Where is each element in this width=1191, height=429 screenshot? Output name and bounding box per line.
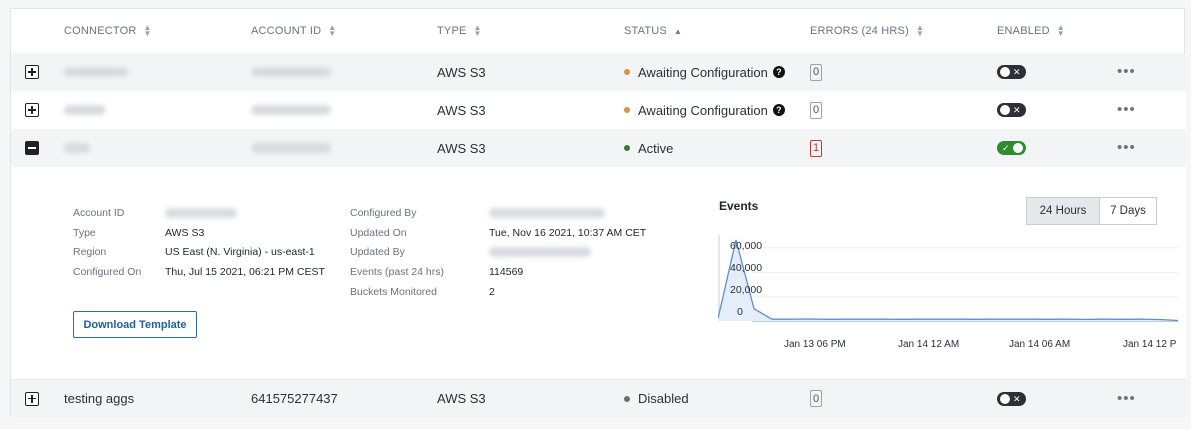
status-cell: Awaiting Configuration ? (624, 53, 785, 91)
connector-type: AWS S3 (437, 140, 486, 156)
x-tick-label: Jan 14 12 AM (898, 339, 960, 350)
expand-row-icon[interactable] (25, 103, 39, 117)
sort-icon: ▲ ▼ (328, 23, 337, 38)
status-cell: Disabled (624, 380, 689, 417)
status-text: Active (638, 140, 674, 156)
x-tick-label: Jan 14 06 AM (1009, 339, 1071, 350)
y-tick-label: 0 (737, 306, 743, 318)
connectors-table: CONNECTOR ▲ ▼ ACCOUNT ID ▲ ▼ TYPE ▲ ▼ STATU… (10, 8, 1186, 417)
sort-icon: ▲ ▼ (915, 23, 925, 38)
account-id-redacted (251, 67, 331, 77)
expand-row-icon[interactable] (25, 65, 39, 79)
account-id-redacted (165, 208, 237, 218)
error-count[interactable]: 0 (810, 390, 823, 407)
sort-icon: ▲ ▼ (143, 23, 152, 38)
x-tick-label: Jan 13 06 PM (784, 339, 846, 350)
enabled-toggle[interactable]: ✕ (997, 391, 1026, 406)
col-header-type[interactable]: TYPE ▲ ▼ (437, 9, 482, 53)
col-header-status[interactable]: STATUS ▲ (624, 9, 682, 53)
connector-type: AWS S3 (437, 391, 486, 406)
more-actions-icon[interactable]: ••• (1117, 64, 1136, 79)
events-area (718, 239, 1178, 321)
events-title: Events (719, 199, 759, 213)
events-line (718, 239, 1178, 322)
status-dot (624, 69, 630, 75)
status-dot (624, 145, 630, 151)
connector-name: testing aggs (64, 391, 135, 406)
help-icon[interactable]: ? (772, 104, 785, 116)
sort-icon: ▲ ▼ (1056, 23, 1065, 38)
more-actions-icon[interactable]: ••• (1117, 102, 1136, 117)
sort-icon: ▲ ▼ (473, 23, 482, 38)
error-count[interactable]: 1 (810, 139, 823, 157)
error-count[interactable]: 0 (810, 101, 823, 119)
more-actions-icon[interactable]: ••• (1117, 391, 1136, 406)
col-header-errors[interactable]: ERRORS (24 HRS) ▲ ▼ (810, 9, 924, 53)
range-24-hours-button[interactable]: 24 Hours (1026, 197, 1100, 225)
events-chart-svg (718, 235, 1178, 322)
enabled-toggle[interactable]: ✓ (997, 141, 1026, 155)
status-dot (624, 107, 630, 113)
col-header-enabled[interactable]: ENABLED ▲ ▼ (997, 9, 1065, 53)
status-cell: Awaiting Configuration ? (624, 91, 785, 129)
sort-ascending-icon: ▲ (673, 26, 683, 36)
col-header-connector[interactable]: CONNECTOR ▲ ▼ (64, 9, 152, 53)
table-row[interactable]: AWS S3 Awaiting Configuration ? 0 ✕ ••• (11, 91, 1186, 129)
account-id-redacted (251, 105, 331, 115)
table-row-expanded[interactable]: AWS S3 Active 1 ✓ ••• (11, 129, 1186, 167)
table-row[interactable]: AWS S3 Awaiting Configuration ? 0 ✕ ••• (11, 53, 1186, 91)
connector-name-redacted (64, 105, 106, 115)
status-text: Awaiting Configuration (638, 102, 768, 118)
enabled-toggle[interactable]: ✕ (997, 103, 1026, 117)
status-cell: Active (624, 129, 673, 167)
connector-name-redacted (64, 67, 128, 77)
expand-row-icon[interactable] (25, 391, 39, 406)
y-tick-label: 20,000 (730, 284, 763, 296)
connector-type: AWS S3 (437, 102, 486, 118)
status-dot (624, 395, 630, 402)
connector-name-redacted (64, 143, 90, 153)
account-id: 641575277437 (251, 391, 338, 406)
download-template-button[interactable]: Download Template (73, 311, 197, 338)
error-count[interactable]: 0 (810, 63, 823, 81)
enabled-toggle[interactable]: ✕ (997, 65, 1026, 79)
connector-detail-panel: Account ID Type AWS S3 Region US East (N… (11, 167, 1186, 379)
table-row[interactable]: testing aggs 641575277437 AWS S3 Disable… (11, 379, 1186, 417)
more-actions-icon[interactable]: ••• (1117, 140, 1136, 155)
updated-by-redacted (489, 247, 591, 257)
connector-type: AWS S3 (437, 64, 486, 80)
y-tick-label: 60,000 (730, 240, 763, 252)
status-text: Awaiting Configuration (638, 64, 768, 80)
account-id-redacted (251, 143, 331, 153)
range-7-days-button[interactable]: 7 Days (1099, 197, 1157, 225)
status-text: Disabled (638, 391, 689, 406)
events-chart: 60,000 40,000 20,000 0 Jan 13 06 PM Jan … (718, 233, 1178, 363)
y-tick-label: 40,000 (730, 262, 763, 274)
table-header: CONNECTOR ▲ ▼ ACCOUNT ID ▲ ▼ TYPE ▲ ▼ STATU… (11, 9, 1186, 53)
configured-by-redacted (489, 208, 605, 218)
col-header-account-id[interactable]: ACCOUNT ID ▲ ▼ (251, 9, 336, 53)
x-tick-label: Jan 14 12 P (1123, 339, 1177, 350)
help-icon[interactable]: ? (772, 66, 785, 78)
collapse-row-icon[interactable] (25, 141, 39, 155)
